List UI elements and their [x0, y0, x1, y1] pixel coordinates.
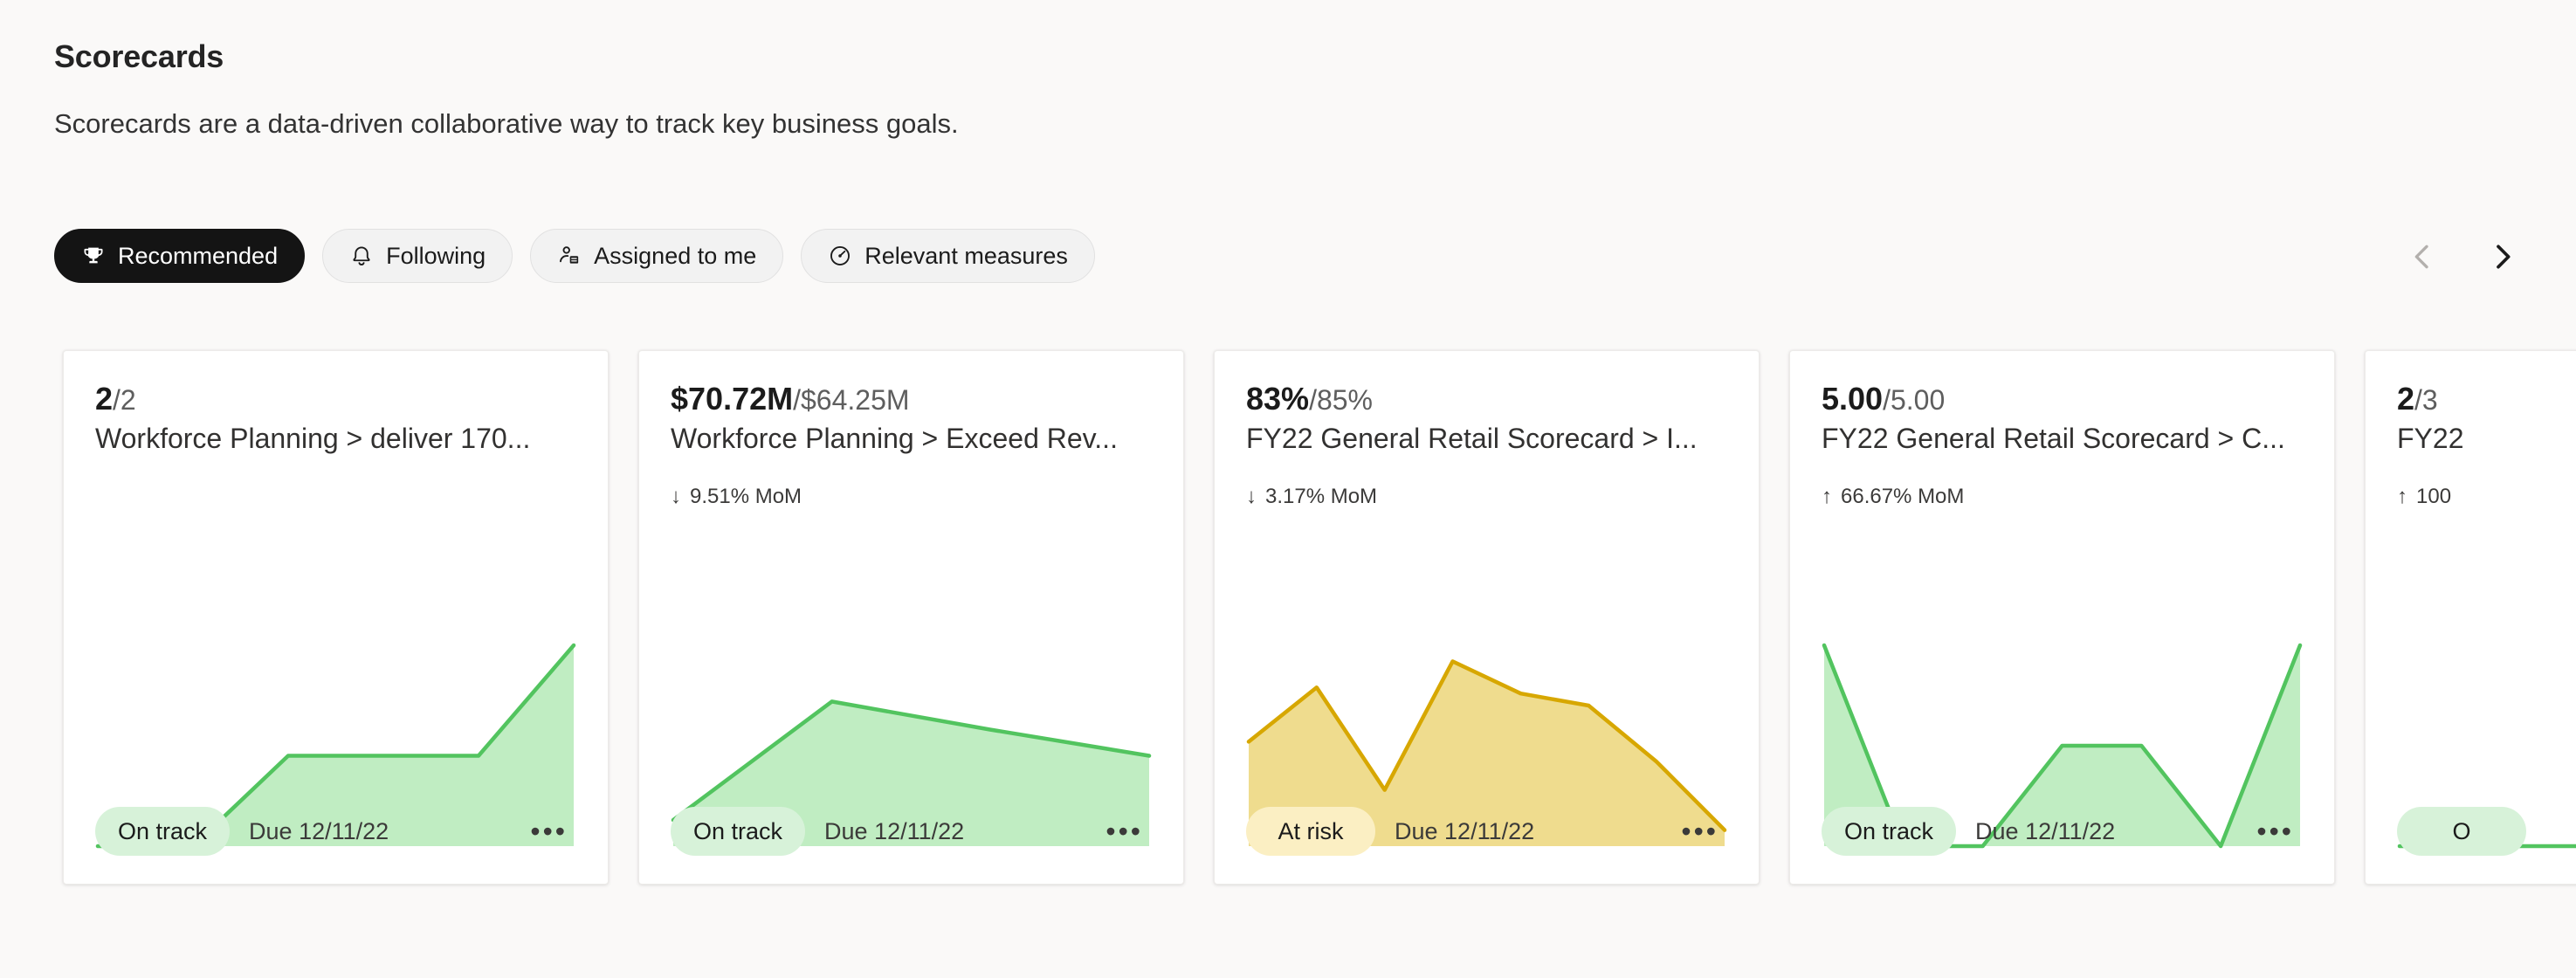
filter-pill-following[interactable]: Following [322, 229, 513, 283]
metric-value-row: 2/3 [2397, 381, 2576, 417]
page-title: Scorecards [54, 38, 224, 74]
trend-label: 3.17% MoM [1265, 485, 1378, 509]
card-header: 5.00/5.00 FY22 General Retail Scorecard >… [1790, 351, 2334, 509]
card-title: FY22 [2397, 423, 2464, 455]
metric-current-value: 83% [1246, 381, 1310, 417]
metric-target-value: /85% [1309, 384, 1373, 416]
filter-pill-relevant-measures[interactable]: Relevant measures [801, 229, 1095, 283]
metric-current-value: 2 [95, 381, 114, 417]
filter-pill-recommended[interactable]: Recommended [54, 229, 306, 283]
metric-value-row: 83%/85% [1246, 381, 1727, 417]
trend-arrow-icon: ↑ [2397, 485, 2407, 509]
card-footer: On track Due 12/11/22 ••• [1822, 807, 2303, 856]
card-header: 83%/85% FY22 General Retail Scorecard > I… [1215, 351, 1759, 509]
status-badge: At risk [1246, 807, 1375, 856]
page-subtitle: Scorecards are a data-driven collaborati… [54, 108, 959, 139]
gauge-icon [828, 244, 852, 268]
filter-pill-label: Following [386, 242, 486, 269]
more-options-button[interactable]: ••• [521, 812, 576, 851]
metric-target-value: /3 [2414, 384, 2438, 416]
trend-arrow-icon: ↓ [671, 485, 681, 509]
card-title: FY22 General Retail Scorecard > C... [1822, 423, 2285, 455]
due-date-label: Due 12/11/22 [1975, 817, 2116, 844]
metric-target-value: /$64.25M [793, 384, 910, 416]
card-title: Workforce Planning > Exceed Rev... [671, 423, 1118, 455]
trend-label: 66.67% MoM [1841, 485, 1965, 509]
person-card-icon [557, 244, 582, 268]
card-footer: At risk Due 12/11/22 ••• [1246, 807, 1727, 856]
status-badge: O [2397, 807, 2526, 856]
trend-indicator: ↓ 9.51% MoM [671, 485, 1152, 509]
card-title: FY22 General Retail Scorecard > I... [1246, 423, 1698, 455]
due-date-label: Due 12/11/22 [249, 817, 389, 844]
metric-target-value: /5.00 [1883, 384, 1946, 416]
trophy-icon [81, 244, 106, 268]
metric-value-row: $70.72M/$64.25M [671, 381, 1152, 417]
status-badge: On track [1822, 807, 1957, 856]
scorecard-card[interactable]: 2/3 FY22 ↑ 100 O [2365, 350, 2576, 885]
filter-pill-label: Assigned to me [594, 242, 757, 269]
more-options-button[interactable]: ••• [1672, 812, 1727, 851]
pager-prev-button[interactable] [2403, 238, 2442, 276]
filter-pill-label: Relevant measures [864, 242, 1068, 269]
trend-indicator: ↑ 100 [2397, 485, 2576, 509]
card-footer: O [2397, 807, 2576, 856]
trend-arrow-icon: ↓ [1246, 485, 1257, 509]
card-footer: On track Due 12/11/22 ••• [95, 807, 576, 856]
status-badge: On track [671, 807, 806, 856]
due-date-label: Due 12/11/22 [1395, 817, 1535, 844]
scorecard-list: 2/2 Workforce Planning > deliver 170... On… [63, 350, 2576, 892]
card-header: 2/3 FY22 ↑ 100 [2366, 351, 2576, 509]
status-badge: On track [95, 807, 231, 856]
metric-value-row: 5.00/5.00 [1822, 381, 2303, 417]
scorecards-page: Scorecards Scorecards are a data-driven … [0, 0, 2576, 978]
metric-current-value: 2 [2397, 381, 2415, 417]
scorecard-card[interactable]: $70.72M/$64.25M Workforce Planning > Exce… [638, 350, 1184, 885]
trend-indicator: ↓ 3.17% MoM [1246, 485, 1727, 509]
bell-icon [349, 244, 374, 268]
filter-pill-label: Recommended [118, 242, 279, 269]
more-options-button[interactable]: ••• [2248, 812, 2303, 851]
card-header: 2/2 Workforce Planning > deliver 170... [64, 351, 608, 455]
metric-value-row: 2/2 [95, 381, 576, 417]
card-pager [2403, 238, 2522, 276]
more-options-button[interactable]: ••• [1097, 812, 1152, 851]
trend-arrow-icon: ↑ [1822, 485, 1832, 509]
card-header: $70.72M/$64.25M Workforce Planning > Exce… [639, 351, 1183, 509]
metric-current-value: $70.72M [671, 381, 794, 417]
trend-indicator: ↑ 66.67% MoM [1822, 485, 2303, 509]
card-footer: On track Due 12/11/22 ••• [671, 807, 1152, 856]
card-title: Workforce Planning > deliver 170... [95, 423, 531, 455]
filter-pill-bar: Recommended Following Assigned to me Releva… [54, 229, 1095, 283]
scorecard-card[interactable]: 2/2 Workforce Planning > deliver 170... On… [63, 350, 609, 885]
trend-label: 9.51% MoM [690, 485, 802, 509]
metric-current-value: 5.00 [1822, 381, 1884, 417]
pager-next-button[interactable] [2483, 238, 2522, 276]
trend-label: 100 [2416, 485, 2452, 509]
due-date-label: Due 12/11/22 [824, 817, 965, 844]
filter-pill-assigned-to-me[interactable]: Assigned to me [530, 229, 784, 283]
scorecard-card[interactable]: 5.00/5.00 FY22 General Retail Scorecard >… [1789, 350, 2335, 885]
metric-target-value: /2 [113, 384, 136, 416]
scorecard-card[interactable]: 83%/85% FY22 General Retail Scorecard > I… [1214, 350, 1760, 885]
